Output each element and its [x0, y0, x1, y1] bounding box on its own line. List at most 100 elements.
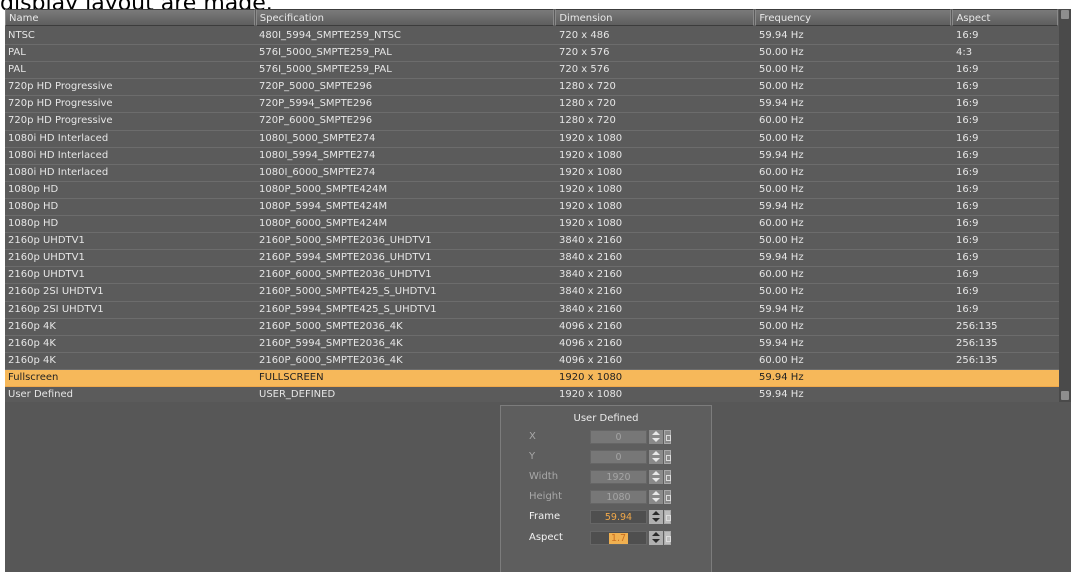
cell-specification: 576I_5000_SMPTE259_PAL: [259, 64, 392, 76]
reset-icon[interactable]: [664, 450, 671, 464]
reset-icon[interactable]: [664, 531, 671, 545]
cell-dimension: 1920 x 1080: [559, 166, 623, 178]
increment-arrow-icon[interactable]: [649, 470, 663, 477]
cell-dimension: 4096 x 2160: [559, 354, 623, 366]
table-row[interactable]: 2160p 4K 2160P_6000_SMPTE2036_4K 4096 x 21…: [5, 353, 1059, 370]
decrement-arrow-icon[interactable]: [649, 457, 663, 464]
cell-frequency: 50.00 Hz: [759, 320, 804, 332]
y-input[interactable]: 0: [590, 450, 647, 464]
increment-arrow-icon[interactable]: [649, 531, 663, 538]
aspect-label: Aspect: [529, 532, 563, 543]
table-row[interactable]: 2160p UHDTV1 2160P_5994_SMPTE2036_UHDTV1 3…: [5, 250, 1059, 268]
table-row[interactable]: 1080i HD Interlaced 1080I_6000_SMPTE274 19…: [5, 165, 1059, 182]
video-mode-dialog: Name Specification Dimension Frequency A…: [5, 9, 1071, 572]
cell-specification: 2160P_5994_SMPTE425_S_UHDTV1: [259, 303, 437, 315]
cell-frequency: 50.00 Hz: [759, 47, 804, 59]
cell-name: 2160p UHDTV1: [8, 235, 85, 247]
frame-input[interactable]: 59.94: [590, 510, 647, 524]
table-row[interactable]: 2160p 4K 2160P_5000_SMPTE2036_4K 4096 x 21…: [5, 319, 1059, 336]
table-row[interactable]: 720p HD Progressive 720P_5994_SMPTE296 128…: [5, 96, 1059, 114]
cell-name: 2160p UHDTV1: [8, 269, 85, 281]
aspect-input[interactable]: 1.7: [590, 531, 647, 545]
cell-name: 1080p HD: [8, 183, 59, 195]
increment-arrow-icon[interactable]: [649, 510, 663, 517]
decrement-arrow-icon[interactable]: [649, 538, 663, 545]
increment-arrow-icon[interactable]: [649, 430, 663, 437]
decrement-arrow-icon[interactable]: [649, 477, 663, 484]
cell-specification: 2160P_5000_SMPTE2036_4K: [259, 320, 403, 332]
cell-frequency: 59.94 Hz: [759, 149, 804, 161]
column-header-name[interactable]: Name: [5, 9, 255, 26]
cell-dimension: 4096 x 2160: [559, 320, 623, 332]
table-row[interactable]: PAL 576I_5000_SMPTE259_PAL 720 x 576 50.00 …: [5, 62, 1059, 80]
table-row[interactable]: Fullscreen FULLSCREEN 1920 x 1080 59.94 Hz: [5, 369, 1059, 387]
frame-field: Frame 59.94: [529, 510, 689, 526]
cell-aspect: 16:9: [956, 81, 979, 93]
cell-frequency: 50.00 Hz: [759, 235, 804, 247]
table-row[interactable]: 1080p HD 1080P_5000_SMPTE424M 1920 x 1080 5…: [5, 182, 1059, 199]
cell-frequency: 59.94 Hz: [759, 30, 804, 41]
width-field: Width 1920: [529, 470, 689, 486]
reset-icon[interactable]: [664, 430, 671, 444]
cell-name: 1080p HD: [8, 200, 59, 212]
height-input[interactable]: 1080: [590, 490, 647, 504]
column-header-dimension[interactable]: Dimension: [555, 9, 755, 26]
cell-specification: 2160P_5994_SMPTE2036_UHDTV1: [259, 252, 432, 264]
cell-aspect: 16:9: [956, 115, 979, 127]
reset-icon[interactable]: [664, 490, 671, 504]
panel-title: User Defined: [573, 413, 639, 424]
scroll-down-handle[interactable]: [1061, 391, 1069, 400]
table-row[interactable]: 2160p 2SI UHDTV1 2160P_5000_SMPTE425_S_UH…: [5, 284, 1059, 302]
settings-area: User Defined X 0 Y 0 Width 1920 Height 1080 Fram…: [5, 402, 1071, 572]
width-input[interactable]: 1920: [590, 470, 647, 484]
scroll-up-handle[interactable]: [1061, 10, 1069, 19]
decrement-arrow-icon[interactable]: [649, 437, 663, 444]
table-row[interactable]: 2160p UHDTV1 2160P_6000_SMPTE2036_UHDTV1 3…: [5, 267, 1059, 285]
cell-dimension: 1920 x 1080: [559, 388, 623, 400]
cell-aspect: 16:9: [956, 218, 979, 230]
y-spinner[interactable]: [649, 450, 663, 464]
table-row[interactable]: 1080p HD 1080P_6000_SMPTE424M 1920 x 1080 6…: [5, 216, 1059, 234]
cell-name: 1080i HD Interlaced: [8, 132, 109, 144]
table-row[interactable]: 2160p UHDTV1 2160P_5000_SMPTE2036_UHDTV1 3…: [5, 233, 1059, 251]
cell-dimension: 1920 x 1080: [559, 371, 623, 383]
cell-frequency: 59.94 Hz: [759, 200, 804, 212]
height-spinner[interactable]: [649, 490, 663, 504]
reset-icon[interactable]: [664, 510, 671, 524]
cell-name: 1080i HD Interlaced: [8, 166, 109, 178]
decrement-arrow-icon[interactable]: [649, 517, 663, 524]
cell-dimension: 3840 x 2160: [559, 286, 623, 298]
cell-aspect: 16:9: [956, 183, 979, 195]
table-row[interactable]: NTSC 480I_5994_SMPTE259_NTSC 720 x 486 59.9…: [5, 28, 1059, 46]
increment-arrow-icon[interactable]: [649, 450, 663, 457]
cell-specification: 2160P_5000_SMPTE2036_UHDTV1: [259, 235, 432, 247]
table-row[interactable]: 1080i HD Interlaced 1080I_5000_SMPTE274 19…: [5, 131, 1059, 148]
decrement-arrow-icon[interactable]: [649, 497, 663, 504]
table-row[interactable]: 2160p 4K 2160P_5994_SMPTE2036_4K 4096 x 21…: [5, 336, 1059, 353]
table-row[interactable]: 1080p HD 1080P_5994_SMPTE424M 1920 x 1080 5…: [5, 199, 1059, 217]
vertical-scrollbar[interactable]: [1059, 9, 1071, 402]
cell-aspect: [953, 370, 1059, 386]
cell-specification: 1080I_5000_SMPTE274: [259, 132, 376, 144]
frame-spinner[interactable]: [649, 510, 663, 524]
table-row[interactable]: 720p HD Progressive 720P_5000_SMPTE296 128…: [5, 79, 1059, 97]
cell-dimension: 1920 x 1080: [559, 149, 623, 161]
x-input[interactable]: 0: [590, 430, 647, 444]
table-row[interactable]: 720p HD Progressive 720P_6000_SMPTE296 128…: [5, 113, 1059, 131]
table-row[interactable]: 2160p 2SI UHDTV1 2160P_5994_SMPTE425_S_UH…: [5, 302, 1059, 319]
cell-aspect: 256:135: [956, 337, 998, 349]
reset-icon[interactable]: [664, 470, 671, 484]
cell-aspect: 16:9: [956, 98, 979, 110]
x-spinner[interactable]: [649, 430, 663, 444]
column-header-frequency[interactable]: Frequency: [755, 9, 952, 26]
table-row[interactable]: 1080i HD Interlaced 1080I_5994_SMPTE274 19…: [5, 148, 1059, 165]
cell-name: 720p HD Progressive: [8, 98, 113, 110]
increment-arrow-icon[interactable]: [649, 490, 663, 497]
aspect-spinner[interactable]: [649, 531, 663, 545]
column-header-specification[interactable]: Specification: [255, 9, 555, 26]
cell-aspect: 16:9: [956, 149, 979, 161]
cell-aspect: 16:9: [956, 200, 979, 212]
width-spinner[interactable]: [649, 470, 663, 484]
column-header-aspect[interactable]: Aspect: [952, 9, 1058, 26]
table-row[interactable]: PAL 576I_5000_SMPTE259_PAL 720 x 576 50.00 …: [5, 45, 1059, 63]
